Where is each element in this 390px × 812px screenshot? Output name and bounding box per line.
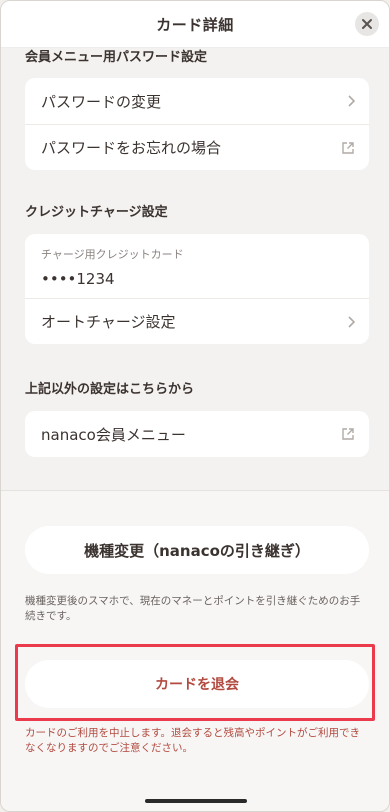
header-bar: カード詳細 — [1, 1, 389, 47]
external-link-icon — [341, 141, 355, 155]
credit-card-caption: チャージ用クレジットカード — [41, 248, 184, 261]
home-indicator — [145, 799, 247, 803]
other-settings-card: nanaco会員メニュー — [25, 411, 369, 457]
credit-card-info: チャージ用クレジットカード ••••1234 — [25, 234, 369, 298]
nanaco-member-menu-item[interactable]: nanaco会員メニュー — [25, 411, 369, 457]
close-button[interactable] — [355, 12, 379, 36]
external-link-icon — [341, 427, 355, 441]
nanaco-member-menu-label: nanaco会員メニュー — [41, 425, 186, 444]
device-change-button[interactable]: 機種変更（nanacoの引き継ぎ） — [25, 526, 369, 574]
credit-card-panel: チャージ用クレジットカード ••••1234 オートチャージ設定 — [25, 234, 369, 344]
chevron-right-icon — [347, 315, 355, 328]
password-card: パスワードの変更 パスワードをお忘れの場合 — [25, 78, 369, 170]
page-title: カード詳細 — [156, 15, 234, 34]
highlight-box — [15, 644, 375, 721]
auto-charge-item[interactable]: オートチャージ設定 — [25, 298, 369, 344]
password-section-heading: 会員メニュー用パスワード設定 — [25, 50, 208, 65]
credit-card-number: ••••1234 — [41, 270, 115, 288]
auto-charge-label: オートチャージ設定 — [41, 313, 176, 331]
card-detail-screen: カード詳細 会員メニュー用パスワード設定 パスワードの変更 パスワードをお忘れの… — [0, 0, 390, 812]
withdraw-note: カードのご利用を中止します。退会すると残高やポイントがご利用できなくなりますので… — [25, 727, 360, 754]
change-password-item[interactable]: パスワードの変更 — [25, 78, 369, 124]
change-password-label: パスワードの変更 — [41, 92, 162, 111]
chevron-right-icon — [347, 95, 355, 107]
other-section-heading: 上記以外の設定はこちらから — [25, 382, 195, 397]
forgot-password-item[interactable]: パスワードをお忘れの場合 — [25, 124, 369, 170]
forgot-password-label: パスワードをお忘れの場合 — [41, 139, 222, 157]
device-change-label: 機種変更（nanacoの引き継ぎ） — [84, 541, 310, 560]
close-icon — [362, 19, 372, 29]
device-change-note: 機種変更後のスマホで、現在のマネーとポイントを引き継ぐためのお手続きです。 — [25, 595, 361, 622]
credit-section-heading: クレジットチャージ設定 — [25, 205, 168, 220]
